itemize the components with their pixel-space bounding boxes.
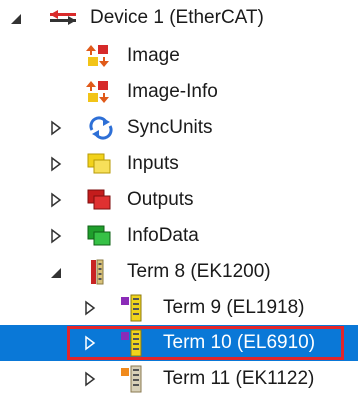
terminal-orange-icon — [120, 365, 146, 393]
tree-node-label: Term 11 (EK1122) — [163, 368, 315, 389]
tree-node-syncunits[interactable]: SyncUnits — [0, 110, 358, 146]
ethercat-device-icon — [48, 9, 76, 33]
collapsed-arrow-icon[interactable] — [48, 146, 64, 182]
tree-node-outputs[interactable]: Outputs — [0, 182, 358, 218]
tree-node-label: Image-Info — [127, 81, 218, 102]
collapsed-arrow-icon[interactable] — [82, 361, 98, 397]
tree-node-label: Outputs — [127, 189, 194, 210]
tree-node-label: Device 1 (EtherCAT) — [90, 7, 264, 28]
tree-node-label: Image — [127, 45, 180, 66]
tree-node-term-9[interactable]: Term 9 (EL1918) — [0, 290, 358, 326]
collapsed-arrow-icon[interactable] — [82, 290, 98, 326]
infodata-folder-icon — [86, 224, 112, 248]
image-icon — [86, 80, 112, 104]
terminal-purple-icon — [120, 329, 146, 357]
tree-node-image-info[interactable]: Image-Info — [0, 74, 358, 110]
tree-node-label: Term 10 (EL6910) — [163, 332, 316, 353]
tree-node-image[interactable]: Image — [0, 38, 358, 74]
coupler-terminal-icon — [90, 259, 116, 285]
tree-node-term-8[interactable]: Term 8 (EK1200) — [0, 254, 358, 290]
collapsed-arrow-icon[interactable] — [82, 325, 98, 361]
collapsed-arrow-icon[interactable] — [48, 110, 64, 146]
collapsed-arrow-icon[interactable] — [48, 182, 64, 218]
tree-node-label: Term 8 (EK1200) — [127, 261, 271, 282]
tree-node-label: SyncUnits — [127, 117, 213, 138]
terminal-purple-icon — [120, 294, 146, 322]
expanded-arrow-icon[interactable] — [48, 254, 64, 290]
expanded-arrow-icon[interactable] — [8, 0, 24, 36]
tree-node-term-11[interactable]: Term 11 (EK1122) — [0, 361, 358, 397]
tree-node-device-1[interactable]: Device 1 (EtherCAT) — [0, 0, 358, 36]
inputs-folder-icon — [86, 152, 112, 176]
collapsed-arrow-icon[interactable] — [48, 218, 64, 254]
tree-node-label: Term 9 (EL1918) — [163, 297, 305, 318]
tree-node-label: Inputs — [127, 153, 179, 174]
tree-node-label: InfoData — [127, 225, 199, 246]
sync-arrows-icon — [88, 116, 114, 140]
tree-node-inputs[interactable]: Inputs — [0, 146, 358, 182]
device-tree: Device 1 (EtherCAT) Image Image-Info Syn… — [0, 0, 358, 397]
tree-node-infodata[interactable]: InfoData — [0, 218, 358, 254]
image-icon — [86, 44, 112, 68]
tree-node-term-10[interactable]: Term 10 (EL6910) — [0, 325, 358, 361]
outputs-folder-icon — [86, 188, 112, 212]
